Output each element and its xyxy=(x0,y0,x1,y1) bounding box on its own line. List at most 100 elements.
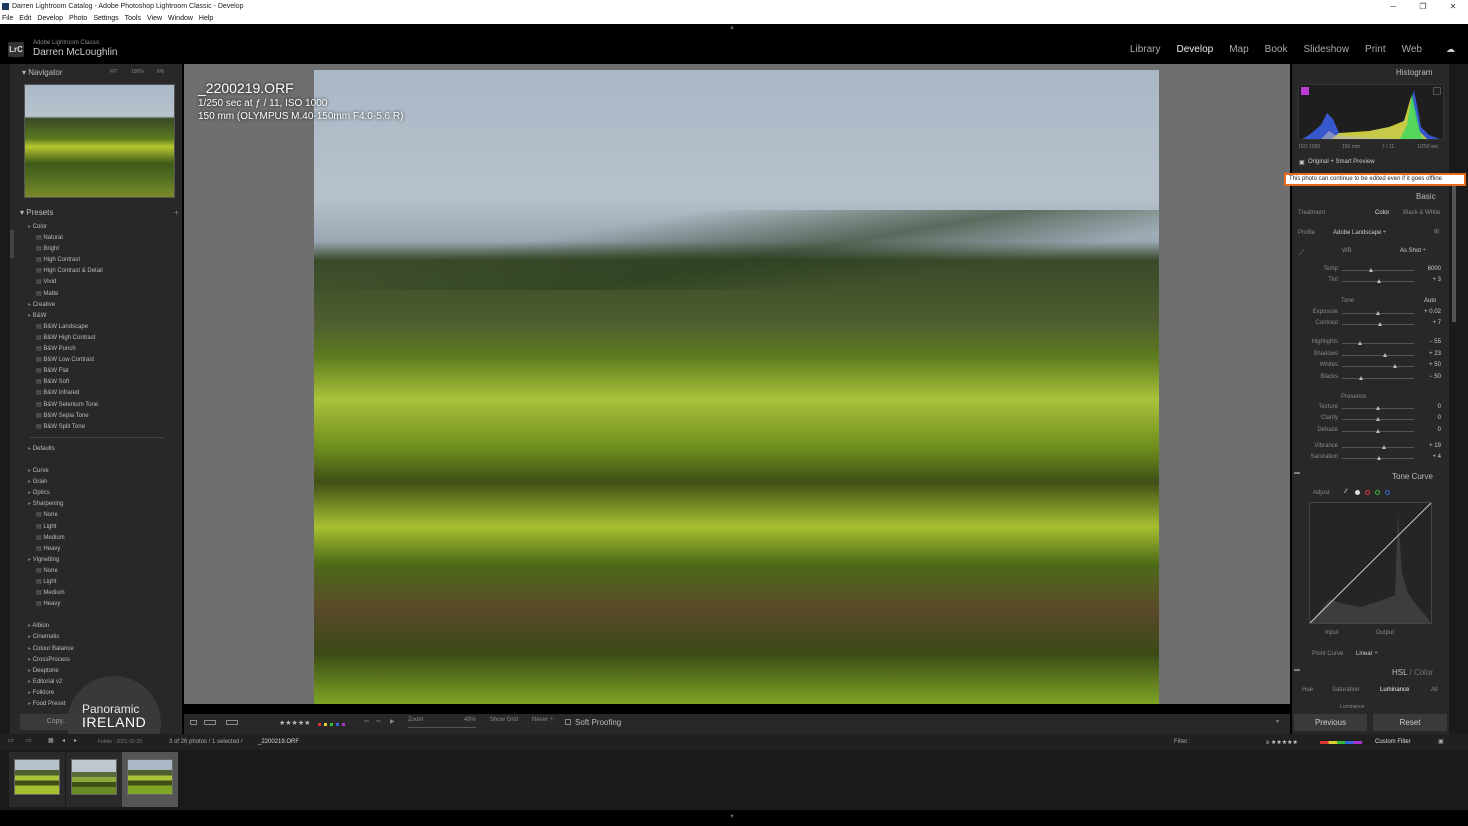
menu-view[interactable]: View xyxy=(147,13,162,24)
point-curve-select[interactable]: Linear ÷ xyxy=(1356,651,1378,657)
red-curve-icon[interactable] xyxy=(1365,490,1370,495)
profile-browser-icon[interactable]: ⊞ xyxy=(1434,228,1439,235)
nav-zoom-fit[interactable]: FIT xyxy=(110,69,118,75)
preset-item[interactable]: ▤ None xyxy=(20,510,180,521)
grid-never-select[interactable]: Never ÷ xyxy=(532,717,553,723)
preset-item[interactable]: ▤ Heavy xyxy=(20,544,180,555)
label-purple-icon[interactable] xyxy=(342,723,345,726)
module-map[interactable]: Map xyxy=(1229,44,1248,55)
module-develop[interactable]: Develop xyxy=(1177,44,1214,55)
slider-value[interactable]: + 23 xyxy=(1417,351,1441,357)
preset-group[interactable]: ▸ Defaults xyxy=(20,444,180,455)
adjustment-slider[interactable] xyxy=(1342,429,1414,433)
wb-eyedropper-icon[interactable]: ⟋ xyxy=(1299,248,1305,258)
hsl-tab-hue[interactable]: Hue xyxy=(1302,687,1313,693)
preset-group[interactable]: ▸ B&W xyxy=(20,311,180,322)
preset-item[interactable]: ▤ Natural xyxy=(20,233,180,244)
right-panel-scrollbar[interactable] xyxy=(1452,182,1456,322)
add-preset-icon[interactable]: + xyxy=(174,208,179,217)
nav-zoom-100[interactable]: 100% xyxy=(131,69,144,75)
slider-knob[interactable] xyxy=(1378,322,1383,326)
shadow-clipping-icon[interactable] xyxy=(1301,87,1309,95)
show-grid-label[interactable]: Show Grid xyxy=(490,717,518,723)
prev-arrow-icon[interactable]: ⇦ xyxy=(364,718,369,725)
slider-knob[interactable] xyxy=(1358,341,1362,345)
second-window-icon[interactable]: ▭ xyxy=(26,737,32,744)
treatment-bw[interactable]: Black & White xyxy=(1403,210,1440,216)
preset-item[interactable]: ▤ Medium xyxy=(20,588,180,599)
tone-curve-graph[interactable] xyxy=(1309,502,1432,624)
auto-tone-button[interactable]: Auto xyxy=(1424,298,1436,304)
slider-value[interactable]: 0 xyxy=(1417,404,1441,410)
tone-curve-title[interactable]: Tone Curve xyxy=(1392,472,1464,481)
menu-edit[interactable]: Edit xyxy=(19,13,31,24)
adjustment-slider[interactable] xyxy=(1342,376,1414,380)
slider-value[interactable]: + 19 xyxy=(1417,443,1441,449)
zoom-slider[interactable] xyxy=(408,727,476,728)
filter-lock-icon[interactable]: ▣ xyxy=(1438,738,1444,745)
adjustment-slider[interactable] xyxy=(1342,322,1414,326)
blue-curve-icon[interactable] xyxy=(1385,490,1390,495)
navigator-header[interactable]: ▾ Navigator xyxy=(22,68,63,77)
adjustment-slider[interactable] xyxy=(1342,268,1414,272)
slider-knob[interactable] xyxy=(1383,353,1388,357)
adjustment-slider[interactable] xyxy=(1342,341,1414,345)
preset-group[interactable]: ▸ Grain xyxy=(20,477,180,488)
module-web[interactable]: Web xyxy=(1402,44,1422,55)
top-panel-toggle-icon[interactable]: ▲ xyxy=(729,25,735,31)
preset-group[interactable]: ▸ Vignetting xyxy=(20,555,180,566)
maximize-button[interactable]: ❐ xyxy=(1408,0,1438,13)
parametric-curve-icon[interactable]: ⁄⁄ xyxy=(1345,489,1347,495)
custom-filter-select[interactable]: Custom Filter xyxy=(1375,739,1411,745)
slider-value[interactable]: 0 xyxy=(1417,427,1441,433)
forward-icon[interactable]: ▸ xyxy=(74,737,77,744)
preset-item[interactable]: ▤ B&W Selenium Tone xyxy=(20,400,180,411)
label-red-icon[interactable] xyxy=(318,723,321,726)
menu-window[interactable]: Window xyxy=(168,13,193,24)
navigator-preview[interactable] xyxy=(24,84,175,198)
slider-knob[interactable] xyxy=(1376,406,1380,410)
treatment-color[interactable]: Color xyxy=(1375,210,1389,216)
preset-item[interactable]: ▤ Medium xyxy=(20,533,180,544)
grid-view-icon[interactable]: ▦ xyxy=(48,737,54,744)
hsl-header[interactable]: HSL / Color xyxy=(1392,668,1464,677)
rgb-curve-icon[interactable] xyxy=(1355,490,1360,495)
slider-knob[interactable] xyxy=(1382,445,1387,449)
label-yellow-icon[interactable] xyxy=(324,723,327,726)
hsl-tab-all[interactable]: All xyxy=(1431,687,1438,693)
menu-tools[interactable]: Tools xyxy=(125,13,141,24)
next-arrow-icon[interactable]: ⇨ xyxy=(376,718,381,725)
adjustment-slider[interactable] xyxy=(1342,445,1414,449)
preset-group[interactable]: ▸ Creative xyxy=(20,300,180,311)
module-slideshow[interactable]: Slideshow xyxy=(1303,44,1349,55)
before-after-split-icon[interactable] xyxy=(226,720,238,725)
adjustment-slider[interactable] xyxy=(1342,456,1414,460)
previous-button[interactable]: Previous xyxy=(1294,714,1367,731)
slider-knob[interactable] xyxy=(1377,279,1382,283)
wb-select[interactable]: As Shot ÷ xyxy=(1400,248,1426,254)
preset-item[interactable]: ▤ None xyxy=(20,566,180,577)
module-print[interactable]: Print xyxy=(1365,44,1386,55)
slider-value[interactable]: + 4 xyxy=(1417,454,1441,460)
preset-item[interactable]: ▤ B&W Split Tone xyxy=(20,422,180,433)
smart-preview-status[interactable]: Original + Smart Preview xyxy=(1308,159,1375,165)
preset-group[interactable]: ▸ Optics xyxy=(20,488,180,499)
slider-value[interactable]: − 50 xyxy=(1417,374,1441,380)
adjustment-slider[interactable] xyxy=(1342,406,1414,410)
preset-item[interactable]: ▤ B&W Low Contrast xyxy=(20,355,180,366)
left-panel-scrollbar[interactable] xyxy=(10,230,14,258)
back-icon[interactable]: ◂ xyxy=(62,737,65,744)
preset-item[interactable]: ▤ Bright xyxy=(20,244,180,255)
adjustment-slider[interactable] xyxy=(1342,279,1414,283)
preset-item[interactable]: ▤ B&W Landscape xyxy=(20,322,180,333)
loupe-view-icon[interactable] xyxy=(190,720,197,725)
hsl-tab-saturation[interactable]: Saturation xyxy=(1332,687,1359,693)
menu-file[interactable]: File xyxy=(2,13,13,24)
toolbar-menu-icon[interactable]: ▾ xyxy=(1276,718,1279,725)
slider-value[interactable]: − 55 xyxy=(1417,339,1441,345)
preset-item[interactable]: ▤ B&W Infrared xyxy=(20,388,180,399)
preset-item[interactable]: ▤ High Contrast & Detail xyxy=(20,266,180,277)
slider-value[interactable]: 0 xyxy=(1417,415,1441,421)
cloud-sync-icon[interactable]: ☁ xyxy=(1446,44,1458,54)
slider-value[interactable]: 6000 xyxy=(1417,266,1441,272)
